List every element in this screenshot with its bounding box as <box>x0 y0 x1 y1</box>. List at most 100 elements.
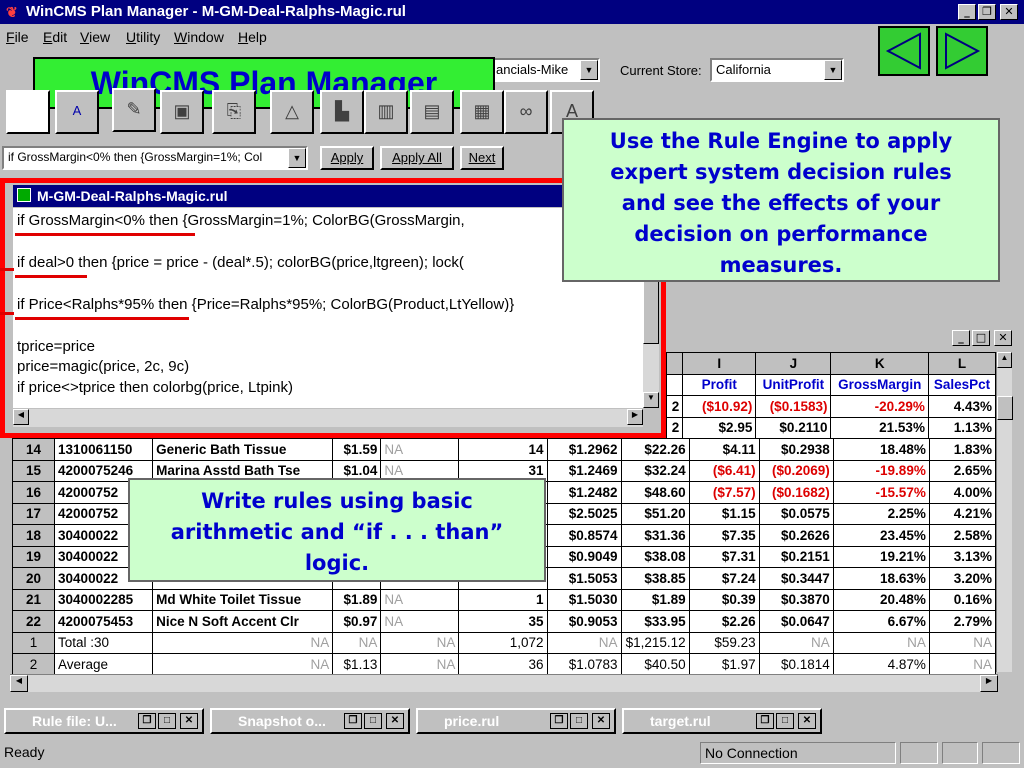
cell[interactable]: $0.0647 <box>758 610 834 633</box>
grid-button[interactable]: ▦ <box>460 90 504 134</box>
cell[interactable]: ($7.57) <box>688 481 760 504</box>
cell[interactable]: $38.08 <box>620 545 690 568</box>
menu-file[interactable]: File <box>6 29 29 45</box>
cell[interactable]: $31.36 <box>620 524 690 547</box>
cell[interactable]: 0.16% <box>928 588 997 611</box>
task-rule-file[interactable]: Rule file: U... ❐ □ ✕ <box>4 708 204 734</box>
close-icon[interactable]: ✕ <box>386 713 404 729</box>
cell[interactable]: NA <box>380 588 460 611</box>
cell[interactable]: -15.57% <box>832 481 930 504</box>
cell[interactable]: 1.83% <box>928 438 997 461</box>
cell[interactable]: $2.95 <box>682 416 757 439</box>
col-letter-l[interactable]: L <box>927 352 997 375</box>
cell[interactable]: 18.48% <box>832 438 930 461</box>
maximize-icon[interactable]: □ <box>776 713 794 729</box>
apply-all-button[interactable]: Apply All <box>380 146 454 170</box>
cell[interactable]: $7.24 <box>688 567 760 590</box>
cell[interactable]: 35 <box>458 610 548 633</box>
next-button[interactable]: Next <box>460 146 504 170</box>
cell[interactable]: $0.9053 <box>546 610 622 633</box>
cell[interactable]: $1.0783 <box>546 653 622 676</box>
close-button[interactable]: ✕ <box>994 330 1012 346</box>
scroll-right-icon[interactable]: ▶ <box>627 409 643 425</box>
maximize-icon[interactable]: □ <box>364 713 382 729</box>
cell[interactable]: ($6.41) <box>688 459 760 482</box>
cell[interactable]: $1.5030 <box>546 588 622 611</box>
cell[interactable]: $0.2110 <box>755 416 832 439</box>
cell[interactable]: $0.39 <box>688 588 760 611</box>
cell[interactable]: Generic Bath Tissue <box>152 438 334 461</box>
cell[interactable]: 20.48% <box>832 588 930 611</box>
rule-line[interactable]: if price<>tprice then colorbg(price, Ltp… <box>17 379 293 396</box>
rule-hscroll[interactable]: ◀ ▶ <box>13 409 643 427</box>
cell[interactable]: $0.9049 <box>546 545 622 568</box>
cell[interactable]: 2.58% <box>928 524 997 547</box>
cell[interactable]: NA <box>758 631 834 654</box>
chevron-down-icon[interactable]: ▼ <box>824 60 842 80</box>
cell[interactable]: 1 <box>458 588 548 611</box>
rule-select[interactable]: if GrossMargin<0% then {GrossMargin=1%; … <box>2 146 308 170</box>
cell[interactable]: 14 <box>458 438 548 461</box>
task-price-rul[interactable]: price.rul ❐ □ ✕ <box>416 708 616 734</box>
cell[interactable]: 1,072 <box>458 631 548 654</box>
cell[interactable]: $1.2469 <box>546 459 622 482</box>
cell[interactable]: $1,215.12 <box>620 631 690 654</box>
cell[interactable]: -19.89% <box>832 459 930 482</box>
rule-line[interactable]: tprice=price <box>17 338 95 355</box>
copy-button[interactable]: ⎘ <box>212 90 256 134</box>
scroll-thumb[interactable] <box>997 396 1013 420</box>
table-button[interactable]: ▤ <box>410 90 454 134</box>
cell[interactable]: $1.2482 <box>546 481 622 504</box>
cell[interactable]: NA <box>546 631 622 654</box>
cell[interactable]: $0.1814 <box>758 653 834 676</box>
cell[interactable]: 3.13% <box>928 545 997 568</box>
apply-button[interactable]: Apply <box>320 146 374 170</box>
restore-icon[interactable]: ❐ <box>550 713 568 729</box>
cell[interactable]: 18.63% <box>832 567 930 590</box>
cell[interactable]: $0.8574 <box>546 524 622 547</box>
cell[interactable]: 19.21% <box>832 545 930 568</box>
menu-edit[interactable]: Edit <box>43 29 67 45</box>
maximize-button[interactable]: □ <box>972 330 990 346</box>
restore-icon[interactable]: ❐ <box>756 713 774 729</box>
cell[interactable]: 6.67% <box>832 610 930 633</box>
cell[interactable]: NA <box>380 653 460 676</box>
col-letter-k[interactable]: K <box>830 352 929 375</box>
cell[interactable]: NA <box>832 631 930 654</box>
cell[interactable]: 2.79% <box>928 610 997 633</box>
task-snapshot[interactable]: Snapshot o... ❐ □ ✕ <box>210 708 410 734</box>
cell[interactable]: $51.20 <box>620 502 690 525</box>
menu-window[interactable]: Window <box>174 29 224 45</box>
cell[interactable]: ($0.1583) <box>755 395 832 418</box>
cell[interactable]: $48.60 <box>620 481 690 504</box>
task-target-rul[interactable]: target.rul ❐ □ ✕ <box>622 708 822 734</box>
cell[interactable]: $59.23 <box>688 631 760 654</box>
chart-button[interactable]: ▙ <box>320 90 364 134</box>
store-select[interactable]: California ▼ <box>710 58 844 82</box>
cell[interactable]: 4200075453 <box>54 610 154 633</box>
cell[interactable]: Md White Toilet Tissue <box>152 588 334 611</box>
cell[interactable]: 21.53% <box>830 416 929 439</box>
close-icon[interactable]: ✕ <box>180 713 198 729</box>
close-icon[interactable]: ✕ <box>798 713 816 729</box>
cell[interactable]: NA <box>928 653 997 676</box>
cell[interactable]: 4.21% <box>928 502 997 525</box>
scroll-right-icon[interactable]: ▶ <box>980 675 998 692</box>
restore-icon[interactable]: ❐ <box>344 713 362 729</box>
cell[interactable]: NA <box>380 438 460 461</box>
cell[interactable]: NA <box>152 653 334 676</box>
cell[interactable]: 4.00% <box>928 481 997 504</box>
new-doc-button[interactable] <box>6 90 50 134</box>
cell[interactable]: ($0.1682) <box>758 481 834 504</box>
restore-button[interactable]: ❐ <box>978 4 996 20</box>
cell[interactable]: $1.97 <box>688 653 760 676</box>
cell[interactable]: 2.25% <box>832 502 930 525</box>
cell[interactable]: $0.0575 <box>758 502 834 525</box>
cell[interactable]: Nice N Soft Accent Clr <box>152 610 334 633</box>
scroll-left-icon[interactable]: ◀ <box>10 675 28 692</box>
col-letter-i[interactable]: I <box>682 352 757 375</box>
menu-help[interactable]: Help <box>238 29 267 45</box>
minimize-button[interactable]: _ <box>958 4 976 20</box>
cell[interactable]: $7.31 <box>688 545 760 568</box>
maximize-icon[interactable]: □ <box>570 713 588 729</box>
